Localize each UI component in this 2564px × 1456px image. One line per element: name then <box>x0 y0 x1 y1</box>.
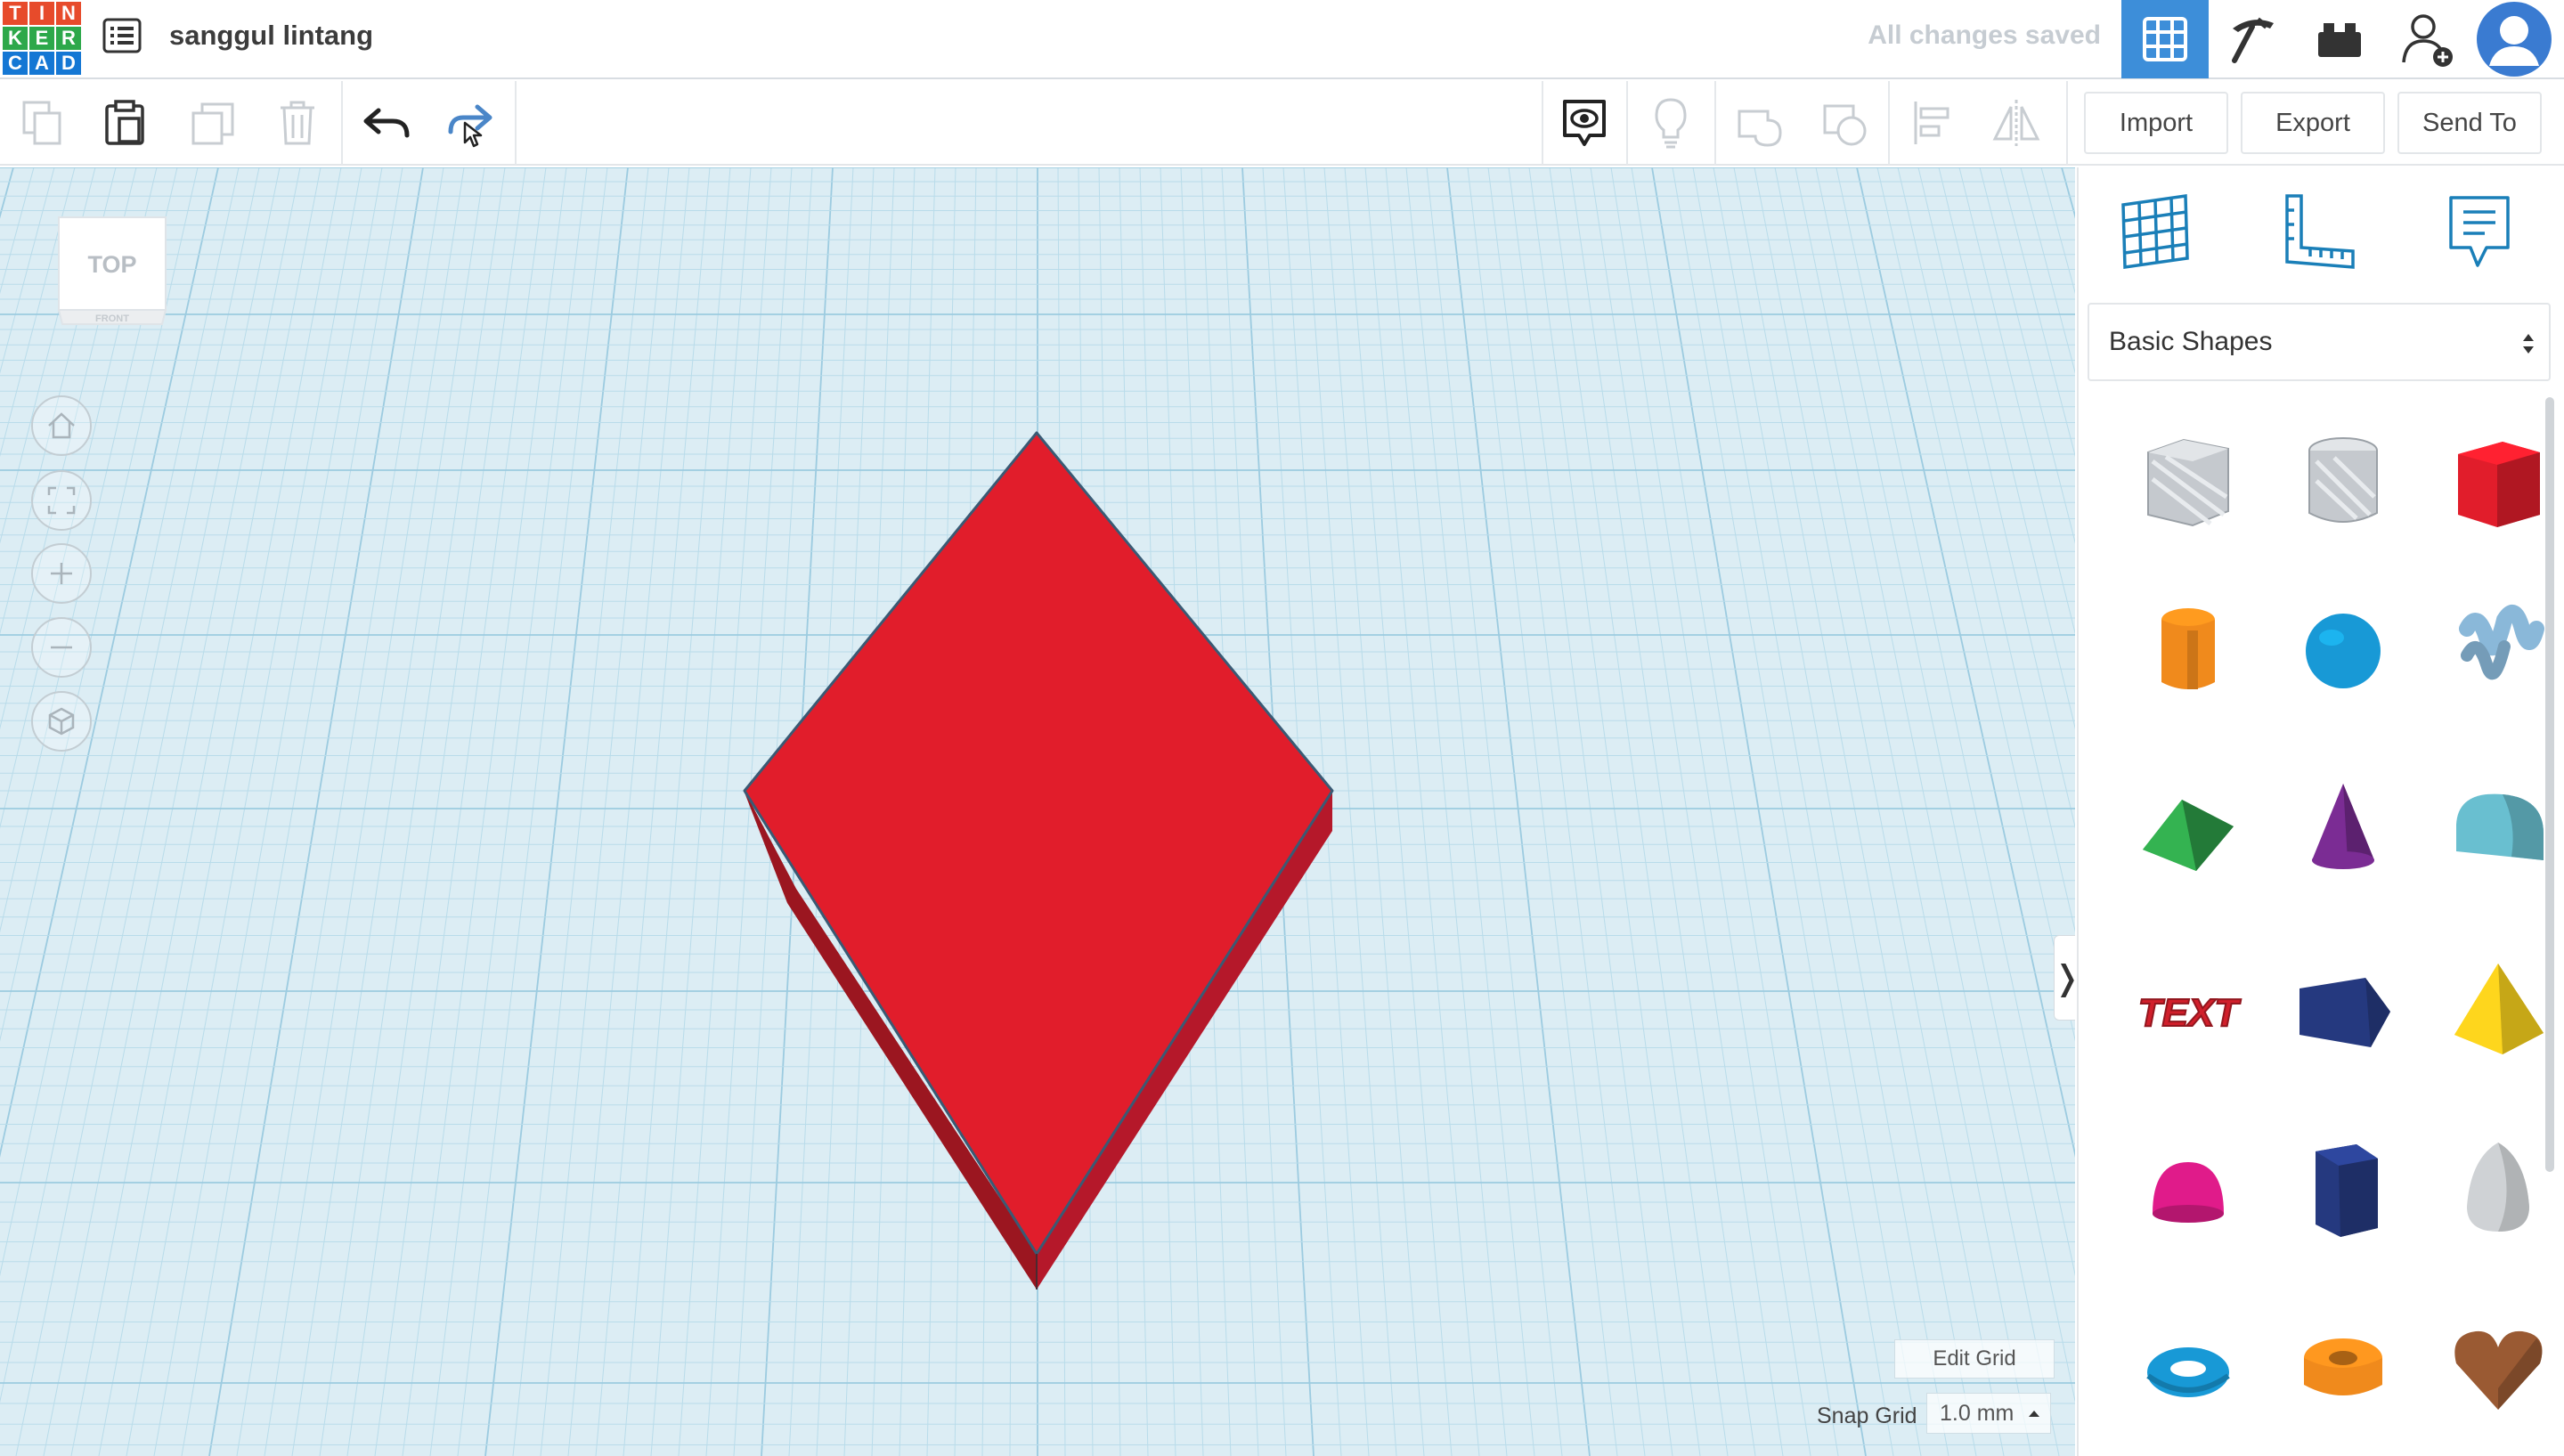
shape-thumbnail-icon <box>2299 978 2390 1047</box>
paste-icon[interactable] <box>93 92 157 154</box>
shape-half-sphere[interactable] <box>2130 1132 2246 1248</box>
workplane-canvas[interactable]: TOP FRONT Edit Grid Snap Grid 1.0 mm ❭ <box>0 167 2075 1456</box>
shape-thumbnail-icon: TEXT <box>2137 990 2242 1036</box>
shape-thumbnail-icon <box>2304 1338 2382 1395</box>
send-to-button[interactable]: Send To <box>2397 92 2542 154</box>
shape-thumbnail-icon <box>2467 1143 2529 1232</box>
viewcube-top-label: TOP <box>87 251 136 278</box>
logo-letter: E <box>29 27 54 50</box>
logo-letter: A <box>29 52 54 75</box>
zoom-out-icon[interactable] <box>31 617 92 678</box>
logo-letter: N <box>56 2 81 25</box>
shape-pyramid[interactable] <box>2440 953 2556 1069</box>
caret-up-icon <box>2029 1411 2040 1417</box>
shape-thumbnail-icon <box>2146 1347 2230 1397</box>
design-title[interactable]: sanggul lintang <box>169 18 373 53</box>
undo-icon[interactable] <box>354 92 419 154</box>
logo-letter: D <box>56 52 81 75</box>
user-avatar-icon[interactable] <box>2470 0 2558 78</box>
shape-thumbnail-icon <box>2312 784 2374 869</box>
shape-thumbnail-icon <box>2306 614 2381 688</box>
shapes-panel: Basic Shapes TEXT <box>2077 167 2564 1456</box>
save-status: All changes saved <box>1868 20 2101 50</box>
shape-scribble[interactable] <box>2440 593 2556 709</box>
logo-letter: I <box>29 2 54 25</box>
ortho-view-icon[interactable] <box>31 691 92 752</box>
shape-thumbnail-icon <box>2459 605 2544 680</box>
shape-thumbnail-icon <box>2454 964 2544 1054</box>
import-button[interactable]: Import <box>2084 92 2228 154</box>
logo-letter: K <box>3 27 28 50</box>
snap-grid-select[interactable]: 1.0 mm <box>1926 1393 2051 1434</box>
mirror-icon[interactable] <box>1984 92 2048 154</box>
shape-cone[interactable] <box>2285 771 2401 887</box>
shape-thumbnail-icon <box>2456 793 2544 860</box>
shape-thumbnail-icon <box>2308 437 2378 523</box>
redo-icon[interactable] <box>440 92 504 154</box>
zoom-in-icon[interactable] <box>31 543 92 604</box>
shape-sphere[interactable] <box>2285 593 2401 709</box>
snap-grid-value: 1.0 mm <box>1940 1400 2015 1426</box>
logo-letter: R <box>56 27 81 50</box>
shape-box[interactable] <box>2440 426 2556 541</box>
export-button[interactable]: Export <box>2241 92 2385 154</box>
ruler-icon[interactable] <box>2273 187 2362 276</box>
build-pickaxe-icon[interactable] <box>2209 0 2296 78</box>
shape-paraboloid[interactable] <box>2440 1132 2556 1248</box>
shape-cylinder-hole[interactable] <box>2285 426 2401 541</box>
workplane-icon[interactable] <box>2111 187 2200 276</box>
shape-category-select[interactable]: Basic Shapes <box>2088 303 2551 381</box>
snap-grid-label: Snap Grid <box>1817 1403 1917 1428</box>
3d-design-grid-icon[interactable] <box>2121 0 2209 78</box>
bricks-icon[interactable] <box>2296 0 2383 78</box>
delete-icon[interactable] <box>265 92 330 154</box>
home-view-icon[interactable] <box>31 395 92 456</box>
viewcube-front-label: FRONT <box>95 313 129 324</box>
logo-letter: C <box>3 52 28 75</box>
invite-user-icon[interactable] <box>2383 0 2470 78</box>
svg-text:TEXT: TEXT <box>2138 991 2242 1035</box>
light-bulb-icon[interactable] <box>1639 92 1703 154</box>
shape-tube[interactable] <box>2285 1312 2401 1428</box>
shape-roof[interactable] <box>2130 771 2246 887</box>
shape-text[interactable]: TEXT <box>2130 953 2246 1069</box>
copy-icon[interactable] <box>11 92 75 154</box>
fit-view-icon[interactable] <box>31 470 92 531</box>
shape-thumbnail-icon <box>2153 1162 2224 1223</box>
shape-heart[interactable] <box>2440 1312 2556 1428</box>
shape-thumbnail-icon <box>2458 442 2540 527</box>
align-icon[interactable] <box>1901 92 1965 154</box>
tinkercad-logo[interactable]: TIN KER CAD <box>0 0 82 76</box>
diamond-object[interactable] <box>0 167 2075 1456</box>
logo-letter: T <box>3 2 28 25</box>
shape-thumbnail-icon <box>2143 800 2234 871</box>
edit-toolbar: Import Export Send To <box>0 81 2564 166</box>
view-cube[interactable]: TOP FRONT <box>53 212 171 329</box>
show-notes-icon[interactable] <box>1552 92 1616 154</box>
duplicate-icon[interactable] <box>182 92 246 154</box>
shape-polygon[interactable] <box>2285 1132 2401 1248</box>
shape-box-hole[interactable] <box>2130 426 2246 541</box>
top-bar: TIN KER CAD sanggul lintang All changes sa… <box>0 0 2564 79</box>
shape-thumbnail-icon <box>2316 1144 2378 1237</box>
shape-cylinder[interactable] <box>2130 593 2246 709</box>
shape-round-roof[interactable] <box>2440 771 2556 887</box>
shape-category-value: Basic Shapes <box>2109 327 2273 356</box>
shape-thumbnail-icon <box>2161 608 2215 689</box>
shape-thumbnail-icon <box>2147 438 2229 527</box>
notes-icon[interactable] <box>2435 187 2524 276</box>
group-icon[interactable] <box>1728 92 1792 154</box>
shape-thumbnail-icon <box>2454 1330 2543 1410</box>
shape-box-wedge[interactable] <box>2285 953 2401 1069</box>
collapse-panel-icon[interactable]: ❭ <box>2053 935 2075 1021</box>
shape-torus[interactable] <box>2130 1312 2246 1428</box>
edit-grid-button[interactable]: Edit Grid <box>1894 1339 2055 1379</box>
select-arrows-icon <box>2523 334 2534 354</box>
design-list-icon[interactable] <box>98 14 146 57</box>
ungroup-icon[interactable] <box>1813 92 1877 154</box>
